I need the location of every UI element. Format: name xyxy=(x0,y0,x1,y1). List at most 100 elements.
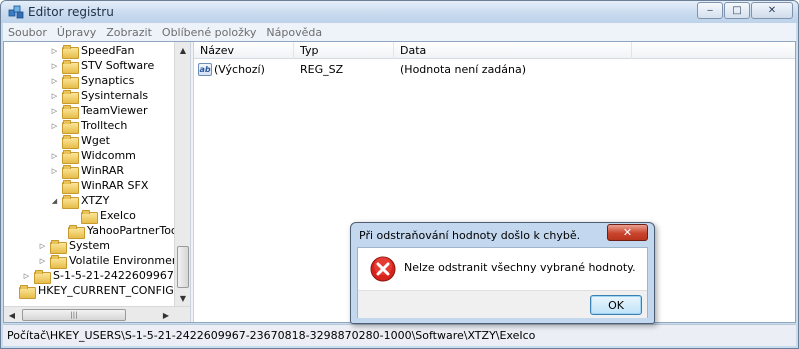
expand-icon[interactable]: ▷ xyxy=(50,46,59,55)
tree-item[interactable]: ▷ System xyxy=(38,238,110,254)
tree-vertical-scrollbar[interactable]: ▲ ▼ xyxy=(174,42,190,308)
folder-icon xyxy=(19,284,36,299)
menu-edit[interactable]: Úpravy xyxy=(57,26,96,39)
close-button[interactable]: ✕ xyxy=(751,2,793,19)
dialog-title: Při odstraňování hodnoty došlo k chybě. xyxy=(359,229,581,242)
tree-item-label: TeamViewer xyxy=(81,104,148,117)
tree-item[interactable]: ▷ TeamViewer xyxy=(50,103,148,119)
tree-item[interactable]: Wget xyxy=(50,133,110,149)
maximize-icon: □ xyxy=(732,5,742,16)
tree-item[interactable]: ▷ Sysinternals xyxy=(50,88,149,104)
menu-bar: Soubor Úpravy Zobrazit Oblíbené položky … xyxy=(3,23,796,41)
expand-icon xyxy=(69,211,78,220)
expand-icon[interactable]: ▷ xyxy=(50,61,59,70)
tree-item[interactable]: ▷ Synaptics xyxy=(50,73,135,89)
folder-icon xyxy=(62,74,79,89)
tree-item-label: SpeedFan xyxy=(81,44,135,57)
minimize-icon: ‒ xyxy=(706,5,714,16)
table-row[interactable]: ab (Výchozí) REG_SZ (Hodnota není zadána… xyxy=(194,62,795,78)
menu-view[interactable]: Zobrazit xyxy=(106,26,152,39)
string-value-icon: ab xyxy=(198,63,212,76)
folder-icon xyxy=(62,89,79,104)
error-dialog: Při odstraňování hodnoty došlo k chybě. … xyxy=(350,222,655,324)
window-title: Editor registru xyxy=(28,5,114,19)
expand-icon[interactable]: ▷ xyxy=(50,121,59,130)
close-icon: ✕ xyxy=(767,5,777,16)
tree-item-label: XTZY xyxy=(81,194,110,207)
tree-item[interactable]: ▷ SpeedFan xyxy=(50,43,135,59)
tree-item-label: Sysinternals xyxy=(81,89,149,102)
value-data: (Hodnota není zadána) xyxy=(400,63,527,76)
tree-item[interactable]: ▷ Volatile Environment xyxy=(38,253,184,269)
folder-icon xyxy=(62,149,79,164)
minimize-button[interactable]: ‒ xyxy=(697,2,723,19)
folder-icon xyxy=(62,179,79,194)
tree-item-label: Wget xyxy=(81,134,110,147)
tree-item[interactable]: ▷ S-1-5-21-2422609967-236708 xyxy=(22,268,190,284)
list-header: Název Typ Data xyxy=(194,42,795,59)
tree-item-exeico[interactable]: ExeIco xyxy=(69,208,136,224)
value-type: REG_SZ xyxy=(300,63,344,76)
dialog-body: Nelze odstranit všechny vybrané hodnoty.… xyxy=(357,247,648,318)
tree-item-label: WinRAR SFX xyxy=(81,179,149,192)
expand-icon xyxy=(50,181,59,190)
expand-icon[interactable]: ▷ xyxy=(22,271,31,280)
tree-horizontal-scrollbar[interactable]: ◀ ||| ▶ xyxy=(4,306,190,322)
expand-icon[interactable]: ▷ xyxy=(50,151,59,160)
tree-item[interactable]: WinRAR SFX xyxy=(50,178,149,194)
dialog-close-button[interactable]: ✕ xyxy=(607,224,648,241)
menu-help[interactable]: Nápověda xyxy=(266,26,322,39)
tree-item-label: Volatile Environment xyxy=(69,254,184,267)
scroll-down-icon[interactable]: ▼ xyxy=(175,290,190,306)
folder-icon xyxy=(62,134,79,149)
expand-icon[interactable]: ▷ xyxy=(50,76,59,85)
column-header-name[interactable]: Název xyxy=(194,42,294,59)
registry-editor-icon xyxy=(8,5,24,19)
scroll-left-icon[interactable]: ◀ xyxy=(4,307,20,322)
scroll-right-icon[interactable]: ▶ xyxy=(158,307,174,322)
scroll-thumb[interactable] xyxy=(177,246,189,288)
close-icon: ✕ xyxy=(622,226,633,239)
menu-favorites[interactable]: Oblíbené položky xyxy=(162,26,257,39)
folder-icon xyxy=(68,224,85,239)
column-header-type[interactable]: Typ xyxy=(294,42,394,59)
collapse-icon[interactable]: ◢ xyxy=(50,196,59,205)
expand-icon[interactable]: ▷ xyxy=(50,106,59,115)
tree-item[interactable]: YahooPartnerToolba xyxy=(56,223,190,239)
tree-item-label: ExeIco xyxy=(100,209,136,222)
open-folder-icon xyxy=(62,194,79,209)
tree-item[interactable]: ▷ WinRAR xyxy=(50,163,125,179)
tree-item-label: STV Software xyxy=(81,59,155,72)
expand-icon[interactable]: ▷ xyxy=(50,91,59,100)
tree-item-label: Synaptics xyxy=(81,74,135,87)
tree-item[interactable]: ▷ Widcomm xyxy=(50,148,136,164)
maximize-button[interactable]: □ xyxy=(724,2,750,19)
folder-icon xyxy=(50,239,67,254)
tree-item[interactable]: ▷ STV Software xyxy=(50,58,155,74)
folder-icon xyxy=(81,209,98,224)
expand-icon[interactable]: ▷ xyxy=(38,256,47,265)
column-header-data[interactable]: Data xyxy=(394,42,632,59)
dialog-message: Nelze odstranit všechny vybrané hodnoty. xyxy=(404,261,636,274)
expand-icon[interactable]: ▷ xyxy=(38,241,47,250)
title-bar[interactable]: Editor registru ‒ □ ✕ xyxy=(1,1,798,23)
folder-icon xyxy=(62,104,79,119)
expand-icon[interactable]: ▷ xyxy=(50,166,59,175)
expand-icon xyxy=(7,286,16,295)
error-icon xyxy=(370,256,396,282)
ok-button[interactable]: OK xyxy=(590,295,642,315)
tree-item-xtzy[interactable]: ◢ XTZY xyxy=(50,193,110,209)
tree-item[interactable]: HKEY_CURRENT_CONFIG xyxy=(7,283,174,299)
tree-item-label: WinRAR xyxy=(81,164,125,177)
scroll-up-icon[interactable]: ▲ xyxy=(175,42,190,58)
folder-icon xyxy=(62,119,79,134)
expand-icon xyxy=(50,136,59,145)
expand-icon xyxy=(56,226,65,235)
value-name: (Výchozí) xyxy=(214,63,265,76)
menu-file[interactable]: Soubor xyxy=(8,26,47,39)
scroll-thumb[interactable]: ||| xyxy=(22,309,126,321)
key-tree: ▷ SpeedFan ▷ STV Software ▷ Synaptics ▷ Sysi… xyxy=(4,42,190,322)
tree-item[interactable]: ▷ Trolltech xyxy=(50,118,127,134)
folder-icon xyxy=(62,59,79,74)
folder-icon xyxy=(62,44,79,59)
